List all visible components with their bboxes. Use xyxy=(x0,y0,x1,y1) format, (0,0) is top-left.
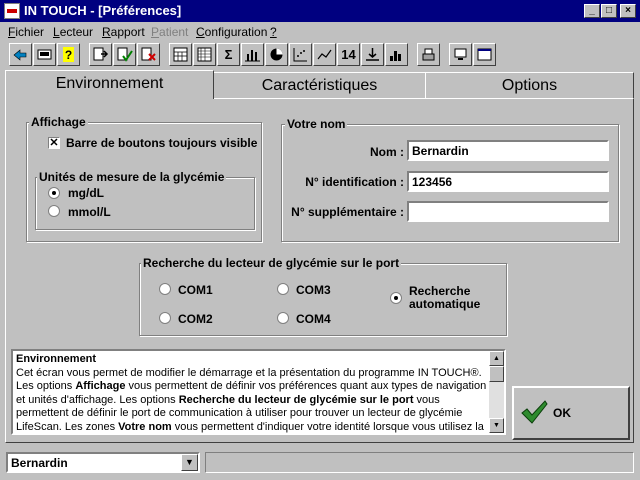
units-group xyxy=(35,177,255,230)
dropdown-arrow-icon[interactable]: ▼ xyxy=(181,454,198,471)
scatter-icon[interactable] xyxy=(289,43,312,66)
minimize-button[interactable]: _ xyxy=(584,4,600,18)
menu-patient: Patient xyxy=(151,25,189,39)
com4-label[interactable]: COM4 xyxy=(296,312,331,326)
back-arrow-icon[interactable] xyxy=(9,43,32,66)
com3-label[interactable]: COM3 xyxy=(296,283,331,297)
mmoll-radio[interactable] xyxy=(48,205,60,217)
auto-label-line2: automatique xyxy=(409,297,481,311)
tab-options[interactable]: Options xyxy=(425,72,634,99)
mmoll-label[interactable]: mmol/L xyxy=(68,205,111,219)
com2-radio[interactable] xyxy=(159,312,171,324)
identification-field[interactable]: 123456 xyxy=(407,171,609,192)
toolbar: ? Σ 14 xyxy=(4,42,636,68)
user-combo-value: Bernardin xyxy=(11,456,68,470)
app-icon[interactable] xyxy=(4,3,20,19)
window-title: IN TOUCH - [Préférences] xyxy=(24,3,182,18)
help-segment: Individuelle xyxy=(82,434,143,435)
status-pane xyxy=(205,452,634,473)
mgdl-label[interactable]: mg/dL xyxy=(68,186,104,200)
fourteen-icon[interactable]: 14 xyxy=(337,43,360,66)
recherche-title: Recherche du lecteur de glycémie sur le … xyxy=(141,256,402,270)
print-icon[interactable] xyxy=(417,43,440,66)
identification-label: N° identification : xyxy=(305,175,404,189)
pie-chart-icon[interactable] xyxy=(265,43,288,66)
delete-icon[interactable] xyxy=(137,43,160,66)
units-title: Unités de mesure de la glycémie xyxy=(37,170,227,184)
toolbar-visible-label[interactable]: Barre de boutons toujours visible xyxy=(66,136,257,150)
help-segment: Affichage xyxy=(75,380,126,392)
menu-fichier[interactable]: Fichier xyxy=(8,25,44,39)
ok-label: OK xyxy=(553,406,571,420)
supplementaire-field[interactable] xyxy=(407,201,609,222)
scroll-down-icon[interactable]: ▼ xyxy=(489,418,504,433)
mgdl-radio[interactable] xyxy=(48,187,60,199)
meter-icon[interactable] xyxy=(33,43,56,66)
user-combo[interactable]: Bernardin ▼ xyxy=(6,452,200,473)
svg-text:?: ? xyxy=(65,48,72,62)
title-bar[interactable]: IN TOUCH - [Préférences] _ □ × xyxy=(0,0,640,22)
votre-nom-title: Votre nom xyxy=(285,117,348,131)
tab-environnement[interactable]: Environnement xyxy=(5,70,214,99)
scroll-thumb[interactable] xyxy=(489,366,504,382)
validate-icon[interactable] xyxy=(113,43,136,66)
line-chart-icon[interactable] xyxy=(313,43,336,66)
window-icon[interactable] xyxy=(473,43,496,66)
com3-radio[interactable] xyxy=(277,283,289,295)
checkmark-icon xyxy=(521,400,548,424)
ok-button[interactable]: OK xyxy=(512,386,630,440)
auto-radio[interactable] xyxy=(390,292,402,304)
sum-icon[interactable]: Σ xyxy=(217,43,240,66)
bar-chart-icon[interactable] xyxy=(241,43,264,66)
com1-label[interactable]: COM1 xyxy=(178,283,213,297)
help-textbox[interactable]: Environnement Cet écran vous permet de m… xyxy=(11,349,506,435)
help-heading: Environnement xyxy=(16,353,97,365)
help-text: Environnement Cet écran vous permet de m… xyxy=(16,353,488,435)
histogram-icon[interactable] xyxy=(385,43,408,66)
download-icon[interactable] xyxy=(361,43,384,66)
com1-radio[interactable] xyxy=(159,283,171,295)
maximize-button[interactable]: □ xyxy=(601,4,617,18)
help-segment: Votre nom xyxy=(118,420,172,433)
com4-radio[interactable] xyxy=(277,312,289,324)
help-body: Cet écran vous permet de modifier le dém… xyxy=(16,367,488,435)
tab-caracteristiques[interactable]: Caractéristiques xyxy=(213,72,426,99)
help-icon[interactable]: ? xyxy=(57,43,80,66)
help-scrollbar[interactable]: ▲ ▼ xyxy=(489,351,504,433)
menu-help[interactable]: ? xyxy=(270,25,277,39)
menu-bar: Fichier Lecteur Rapport Patient Configur… xyxy=(0,22,640,41)
help-segment: Recherche du lecteur de glycémie sur le … xyxy=(178,393,414,406)
scroll-up-icon[interactable]: ▲ xyxy=(489,351,504,366)
calendar-icon[interactable] xyxy=(169,43,192,66)
export-icon[interactable] xyxy=(89,43,112,66)
toolbar-visible-checkbox[interactable]: ✕ xyxy=(48,137,60,149)
menu-configuration[interactable]: Configuration xyxy=(196,25,267,39)
nom-label: Nom : xyxy=(370,145,404,159)
nom-field[interactable]: Bernardin xyxy=(407,140,609,161)
grid-icon[interactable] xyxy=(193,43,216,66)
supplementaire-label: N° supplémentaire : xyxy=(291,205,404,219)
auto-label[interactable]: Recherche automatique xyxy=(409,285,480,311)
com2-label[interactable]: COM2 xyxy=(178,312,213,326)
affichage-title: Affichage xyxy=(29,115,88,129)
close-button[interactable]: × xyxy=(620,4,636,18)
menu-rapport[interactable]: Rapport xyxy=(102,25,145,39)
monitor-icon[interactable] xyxy=(449,43,472,66)
menu-lecteur[interactable]: Lecteur xyxy=(53,25,93,39)
